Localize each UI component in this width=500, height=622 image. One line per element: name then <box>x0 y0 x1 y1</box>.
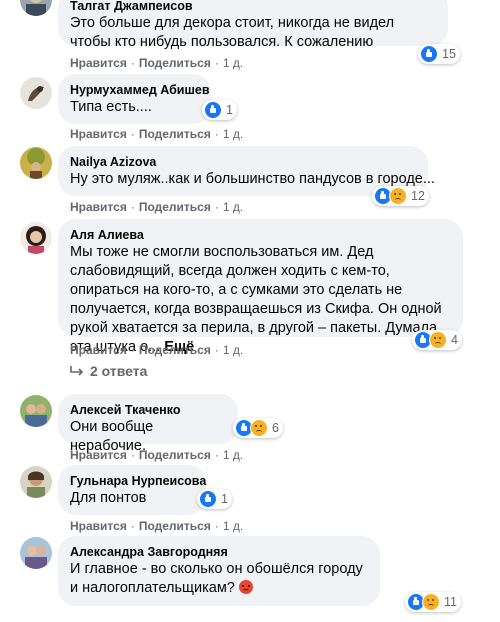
reaction-count: 1 <box>226 103 233 117</box>
like-button[interactable]: Нравится <box>70 343 127 357</box>
comment-author[interactable]: Талгат Джампеисов <box>70 0 436 14</box>
comment-author[interactable]: Аля Алиева <box>70 227 451 243</box>
sad-reaction-icon <box>389 187 407 205</box>
like-button[interactable]: Нравится <box>70 127 127 141</box>
angry-face-icon <box>238 580 253 594</box>
comment-text: Типа есть.... <box>70 99 152 115</box>
sad-reaction-icon <box>250 419 268 437</box>
sad-reaction-icon <box>429 331 447 349</box>
comment-bubble: Аля Алиева Мы тоже не смогли воспользова… <box>58 219 463 355</box>
comment-body: И главное - во сколько он обошёлся город… <box>70 561 363 596</box>
avatar[interactable] <box>20 147 52 179</box>
comment-time[interactable]: 1 д. <box>223 56 243 70</box>
separator: · <box>214 127 219 141</box>
like-button[interactable]: Нравится <box>70 519 127 533</box>
comment-actions: Нравится · Поделиться · 1 д. <box>70 447 243 463</box>
reaction-count: 12 <box>411 189 425 203</box>
reaction-summary[interactable]: 12 <box>372 186 429 206</box>
comment-bubble: Гульнара Нурпеисова Для понтов <box>58 465 206 515</box>
like-reaction-icon <box>420 45 438 63</box>
avatar[interactable] <box>20 466 52 498</box>
separator: · <box>130 448 135 462</box>
separator: · <box>130 519 135 533</box>
comment-time[interactable]: 1 д. <box>223 343 243 357</box>
share-button[interactable]: Поделиться <box>139 519 211 533</box>
comment-text: Для понтов <box>70 490 147 506</box>
comment-bubble: Талгат Джампеисов Это больше для декора … <box>58 0 448 50</box>
comment-time[interactable]: 1 д. <box>223 127 243 141</box>
avatar[interactable] <box>20 222 52 254</box>
share-button[interactable]: Поделиться <box>139 448 211 462</box>
separator: · <box>214 56 219 70</box>
separator: · <box>214 343 219 357</box>
comment-author[interactable]: Алексей Ткаченко <box>70 402 226 418</box>
avatar[interactable] <box>20 395 52 427</box>
comment-bubble: Александра Завгородняя И главное - во ск… <box>58 536 380 606</box>
comment-author[interactable]: Гульнара Нурпеисова <box>70 473 206 489</box>
reaction-count: 4 <box>451 333 458 347</box>
comment-actions: Нравится · Поделиться · 1 д. <box>70 518 243 534</box>
separator: · <box>214 519 219 533</box>
comment-author[interactable]: Александра Завгородняя <box>70 544 368 560</box>
comment-time[interactable]: 1 д. <box>223 448 243 462</box>
share-button[interactable]: Поделиться <box>139 56 211 70</box>
comment-author[interactable]: Нурмухаммед Абишев <box>70 82 210 98</box>
reaction-count: 11 <box>444 595 457 609</box>
comment-text: Ну это муляж..как и большинство пандусов… <box>70 171 435 187</box>
comment-actions: Нравится · Поделиться · 1 д. <box>70 342 243 358</box>
avatar[interactable] <box>20 0 52 16</box>
comment-text: И главное - во сколько он обошёлся город… <box>70 560 368 598</box>
reaction-summary[interactable]: 6 <box>233 418 283 438</box>
comment-author[interactable]: Nailya Azizova <box>70 154 416 170</box>
comment-time[interactable]: 1 д. <box>223 200 243 214</box>
reaction-count: 1 <box>221 492 228 506</box>
like-reaction-icon <box>204 101 222 119</box>
reaction-count: 6 <box>272 421 279 435</box>
share-button[interactable]: Поделиться <box>139 127 211 141</box>
comment-actions: Нравится · Поделиться · 1 д. <box>70 199 243 215</box>
share-button[interactable]: Поделиться <box>139 343 211 357</box>
reaction-count: 15 <box>442 47 456 61</box>
comment-actions: Нравится · Поделиться · 1 д. <box>70 126 243 142</box>
share-button[interactable]: Поделиться <box>139 200 211 214</box>
avatar[interactable] <box>20 77 52 109</box>
replies-label: 2 ответа <box>90 363 148 379</box>
like-button[interactable]: Нравится <box>70 56 127 70</box>
separator: · <box>130 56 135 70</box>
like-reaction-icon <box>199 490 217 508</box>
comment-body: Мы тоже не смогли воспользоваться им. Де… <box>70 244 442 355</box>
reaction-summary[interactable]: 11 <box>405 592 461 612</box>
like-button[interactable]: Нравится <box>70 448 127 462</box>
reaction-summary[interactable]: 15 <box>418 44 460 64</box>
reaction-summary[interactable]: 1 <box>202 100 237 120</box>
sad-reaction-icon <box>422 593 440 611</box>
reaction-summary[interactable]: 4 <box>412 330 462 350</box>
comment-text: Это больше для декора стоит, никогда не … <box>70 15 395 50</box>
separator: · <box>130 200 135 214</box>
comment-bubble: Нурмухаммед Абишев Типа есть.... <box>58 74 211 124</box>
comment-bubble: Алексей Ткаченко Они вообще нерабочие. <box>58 394 238 454</box>
comment-text: Мы тоже не смогли воспользоваться им. Де… <box>70 243 451 357</box>
view-replies-button[interactable]: 2 ответа <box>70 363 147 379</box>
separator: · <box>130 127 135 141</box>
comment-time[interactable]: 1 д. <box>223 519 243 533</box>
separator: · <box>130 343 135 357</box>
separator: · <box>214 200 219 214</box>
reaction-summary[interactable]: 1 <box>197 489 232 509</box>
comment-bubble: Nailya Azizova Ну это муляж..как и больш… <box>58 146 435 196</box>
reply-arrow-icon <box>70 366 84 376</box>
avatar[interactable] <box>20 537 52 569</box>
like-button[interactable]: Нравится <box>70 200 127 214</box>
comment-actions: Нравится · Поделиться · 1 д. <box>70 55 243 71</box>
separator: · <box>214 448 219 462</box>
